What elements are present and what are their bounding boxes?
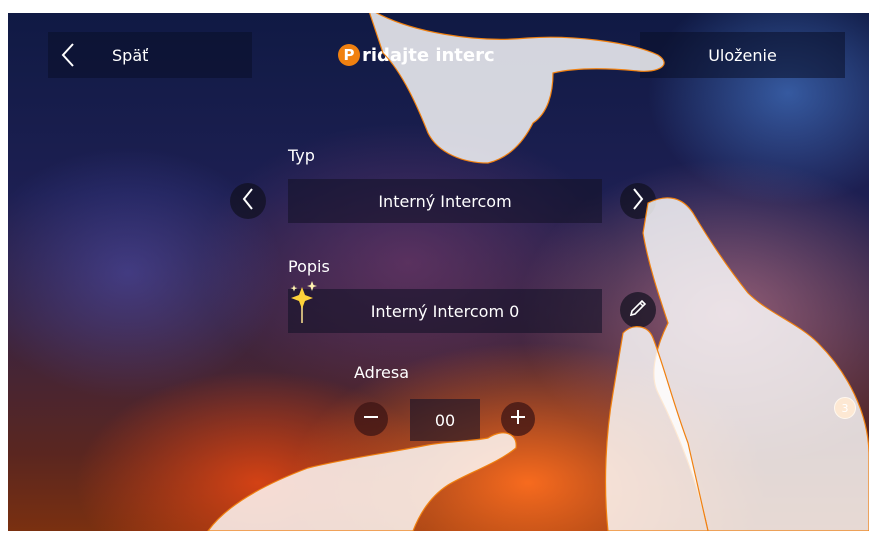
intercom-screen: Späť P ridajte interc Uloženie Typ Inter… — [8, 13, 869, 531]
hand-illustration — [207, 13, 869, 531]
